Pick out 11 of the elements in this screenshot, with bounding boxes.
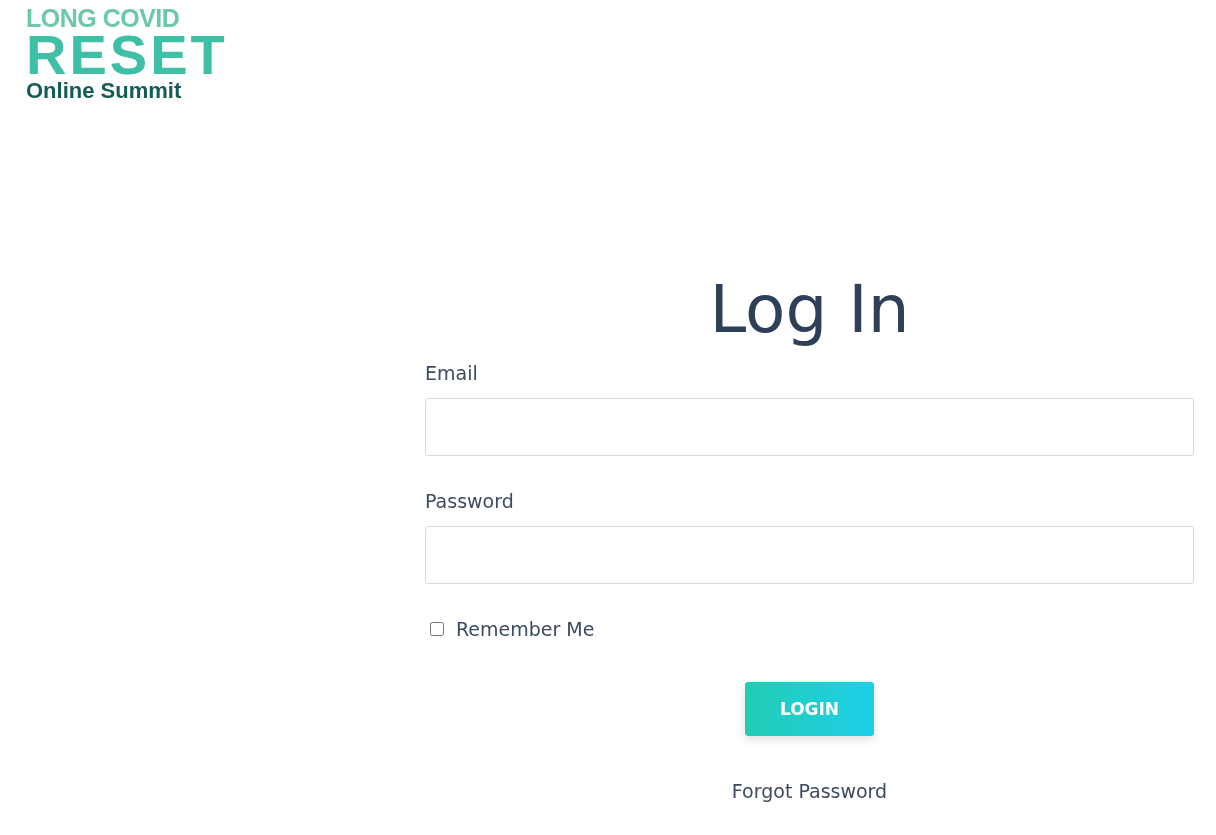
forgot-password-link[interactable]: Forgot Password	[731, 780, 888, 802]
field-label: Email	[425, 362, 478, 384]
logo-text: Online Summit	[26, 79, 182, 103]
logo-text: RESET	[26, 32, 228, 78]
page-title: Log In	[709, 270, 910, 350]
remember-checkbox[interactable]	[430, 622, 444, 636]
field-label: Password	[425, 490, 514, 512]
input-field[interactable]	[425, 526, 1194, 584]
checkbox-label: Remember Me	[456, 618, 595, 640]
logo-text: LONG COVID	[26, 6, 180, 31]
input-field[interactable]	[425, 398, 1194, 456]
